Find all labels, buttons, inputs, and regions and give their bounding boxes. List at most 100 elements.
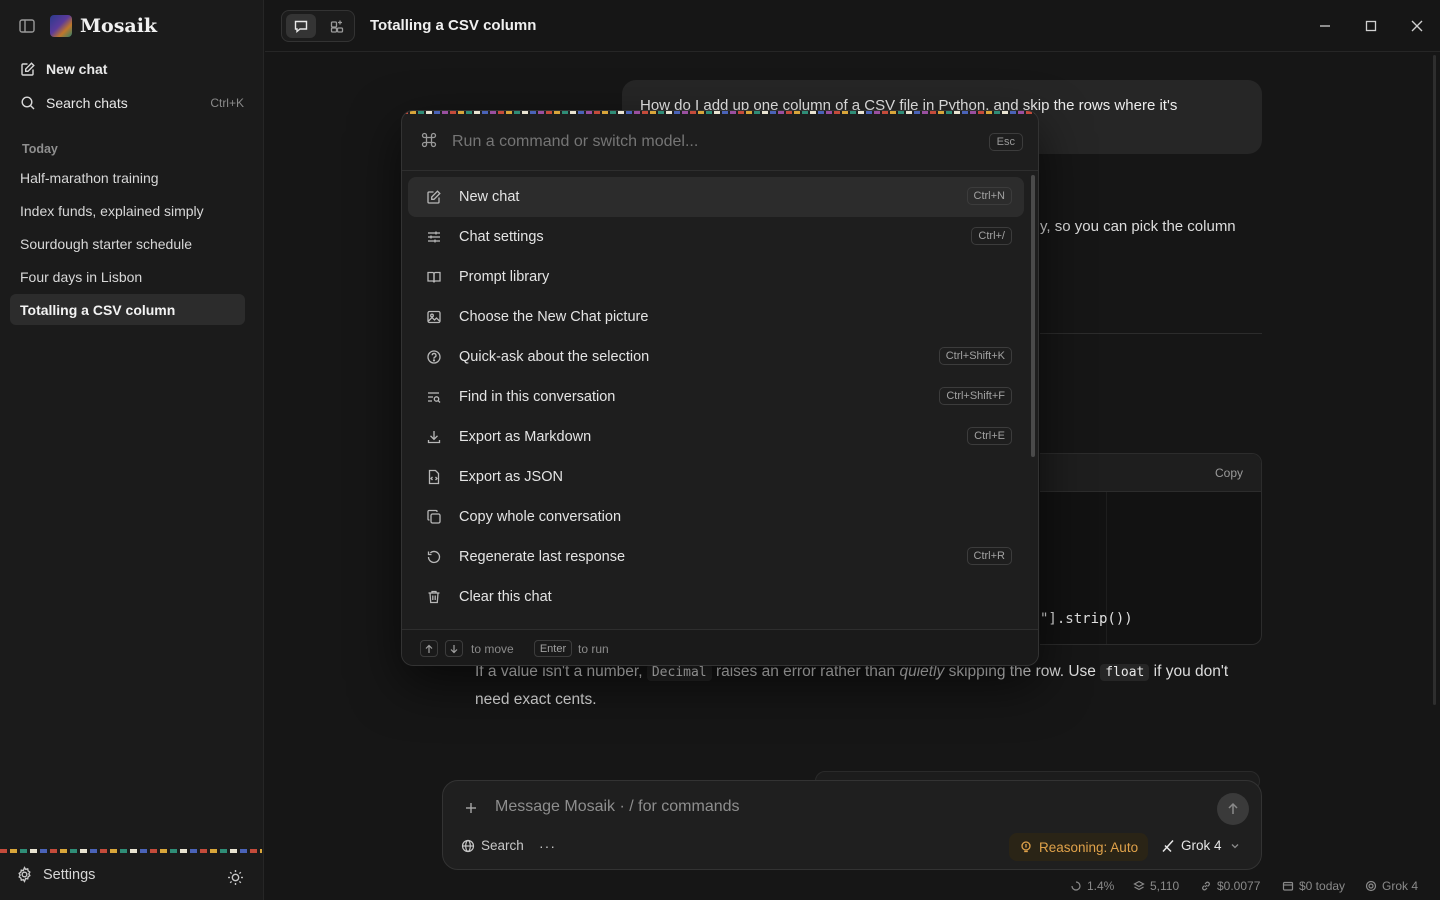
assistant-text-fragment: y, so you can pick the column	[1040, 218, 1236, 235]
wallet-icon	[1282, 881, 1294, 891]
grok-logo-icon	[1162, 839, 1174, 852]
today-value: $0 today	[1299, 879, 1346, 893]
sparkle-grid-icon	[329, 18, 345, 34]
palette-item-label: Export as Markdown	[459, 429, 592, 445]
palette-search: Esc	[402, 114, 1038, 171]
top-bar: Totalling a CSV column	[265, 0, 1440, 52]
palette-item-label: Quick-ask about the selection	[459, 349, 650, 365]
chevron-down-icon	[1231, 843, 1238, 848]
web-search-toggle[interactable]: Search	[461, 838, 524, 853]
inline-code: Decimal	[646, 664, 712, 681]
footer-move-hint: to move	[471, 642, 514, 656]
divider	[1040, 333, 1262, 334]
app-name: Mosaik	[80, 15, 158, 37]
sun-icon[interactable]	[227, 869, 244, 886]
sidebar-header: Mosaik	[0, 0, 264, 52]
chat-item-active[interactable]: Totalling a CSV column	[10, 294, 245, 325]
palette-item-find[interactable]: Find in this conversation Ctrl+Shift+F	[408, 377, 1024, 417]
palette-item-clear-chat[interactable]: Clear this chat	[408, 577, 1024, 617]
status-context: 1.4%	[1070, 879, 1114, 893]
refresh-icon	[426, 549, 442, 565]
assistant-answer: If a value isn't a number, Decimal raise…	[475, 658, 1265, 713]
palette-item-label: Chat settings	[459, 229, 544, 245]
esc-key-hint[interactable]: Esc	[988, 133, 1023, 151]
sidebar: Mosaik New chat Search chats Ctrl+K Toda…	[0, 0, 264, 900]
conversation-title: Totalling a CSV column	[370, 17, 537, 34]
palette-item-export-json[interactable]: Export as JSON	[408, 457, 1024, 497]
palette-item-regenerate[interactable]: Regenerate last response Ctrl+R	[408, 537, 1024, 577]
question-icon	[426, 349, 442, 365]
settings-button[interactable]: Settings	[16, 866, 95, 883]
maximize-icon[interactable]	[1363, 18, 1379, 34]
search-label: Search	[481, 838, 524, 853]
palette-list: New chat Ctrl+N Chat settings Ctrl+/ Pro…	[408, 177, 1024, 617]
message-input[interactable]: Message Mosaik · / for commands	[495, 798, 740, 816]
chat-item[interactable]: Sourdough starter schedule	[10, 228, 245, 259]
palette-item-prompt-library[interactable]: Prompt library	[408, 257, 1024, 297]
grid-mode-button[interactable]	[322, 14, 352, 38]
palette-item-new-chat[interactable]: New chat Ctrl+N	[408, 177, 1024, 217]
mosaic-stripe	[0, 849, 262, 853]
send-button[interactable]	[1217, 793, 1249, 825]
palette-item-export-markdown[interactable]: Export as Markdown Ctrl+E	[408, 417, 1024, 457]
palette-item-chat-settings[interactable]: Chat settings Ctrl+/	[408, 217, 1024, 257]
more-options-button[interactable]: ···	[539, 838, 556, 854]
plus-icon[interactable]	[463, 800, 479, 816]
palette-item-quick-ask[interactable]: Quick-ask about the selection Ctrl+Shift…	[408, 337, 1024, 377]
chat-item[interactable]: Half-marathon training	[10, 162, 245, 193]
status-today: $0 today	[1282, 879, 1345, 893]
chat-mode-button[interactable]	[286, 14, 316, 38]
sidebar-toggle-icon[interactable]	[18, 17, 36, 35]
palette-item-label: Clear this chat	[459, 589, 552, 605]
shortcut-hint: Ctrl+/	[971, 227, 1012, 245]
search-chats-button[interactable]: Search chats Ctrl+K	[10, 88, 254, 118]
close-icon[interactable]	[1409, 18, 1425, 34]
shortcut-hint: Ctrl+E	[967, 427, 1012, 445]
search-icon	[20, 95, 36, 111]
palette-item-label: Copy whole conversation	[459, 509, 622, 525]
status-tokens: 5,110	[1133, 879, 1179, 893]
cost-value: $0.0077	[1217, 879, 1261, 893]
inline-code: float	[1100, 664, 1150, 681]
copy-icon	[426, 509, 442, 525]
model-selector[interactable]: Grok 4	[1161, 838, 1246, 853]
gear-icon	[16, 866, 33, 883]
shortcut-hint: Ctrl+Shift+K	[938, 347, 1012, 365]
palette-scrollbar[interactable]	[1031, 175, 1035, 457]
scrollbar[interactable]	[1433, 55, 1436, 705]
arrow-up-key-icon	[420, 640, 438, 657]
palette-item-copy-conversation[interactable]: Copy whole conversation	[408, 497, 1024, 537]
new-chat-button[interactable]: New chat	[10, 54, 254, 84]
chat-item[interactable]: Index funds, explained simply	[10, 195, 245, 226]
palette-footer: to move Enter to run	[402, 629, 1038, 665]
command-palette: Esc New chat Ctrl+N Chat settings Ctrl+/…	[401, 110, 1039, 666]
palette-input[interactable]	[452, 133, 972, 151]
globe-icon	[461, 839, 475, 852]
minimize-icon[interactable]	[1317, 18, 1333, 34]
arrow-up-icon	[1226, 802, 1240, 816]
sliders-icon	[426, 229, 442, 245]
code-block: Copy "].strip())	[1040, 453, 1262, 645]
search-chats-label: Search chats	[46, 95, 128, 111]
section-today: Today	[22, 142, 58, 156]
reasoning-selector[interactable]: Reasoning: Auto	[1009, 833, 1149, 861]
chat-item[interactable]: Four days in Lisbon	[10, 261, 245, 292]
tokens-value: 5,110	[1150, 879, 1180, 893]
reasoning-label: Reasoning: Auto	[1039, 839, 1139, 855]
shortcut-hint: Ctrl+R	[966, 547, 1012, 565]
palette-item-new-chat-picture[interactable]: Choose the New Chat picture	[408, 297, 1024, 337]
code-line: "].strip())	[1040, 611, 1133, 627]
footer-run-hint: to run	[578, 642, 609, 656]
download-icon	[426, 429, 442, 445]
shortcut-hint: Ctrl+Shift+F	[939, 387, 1012, 405]
palette-item-label: Choose the New Chat picture	[459, 309, 649, 325]
new-chat-label: New chat	[46, 61, 108, 77]
code-header: Copy	[1040, 454, 1261, 492]
link-icon	[1202, 881, 1210, 891]
settings-label: Settings	[43, 866, 96, 883]
app-logo	[50, 15, 72, 37]
status-model-value: Grok 4	[1382, 879, 1419, 893]
copy-code-button[interactable]: Copy	[1215, 466, 1243, 480]
model-gear-icon	[1365, 880, 1377, 892]
edit-icon	[20, 61, 36, 77]
